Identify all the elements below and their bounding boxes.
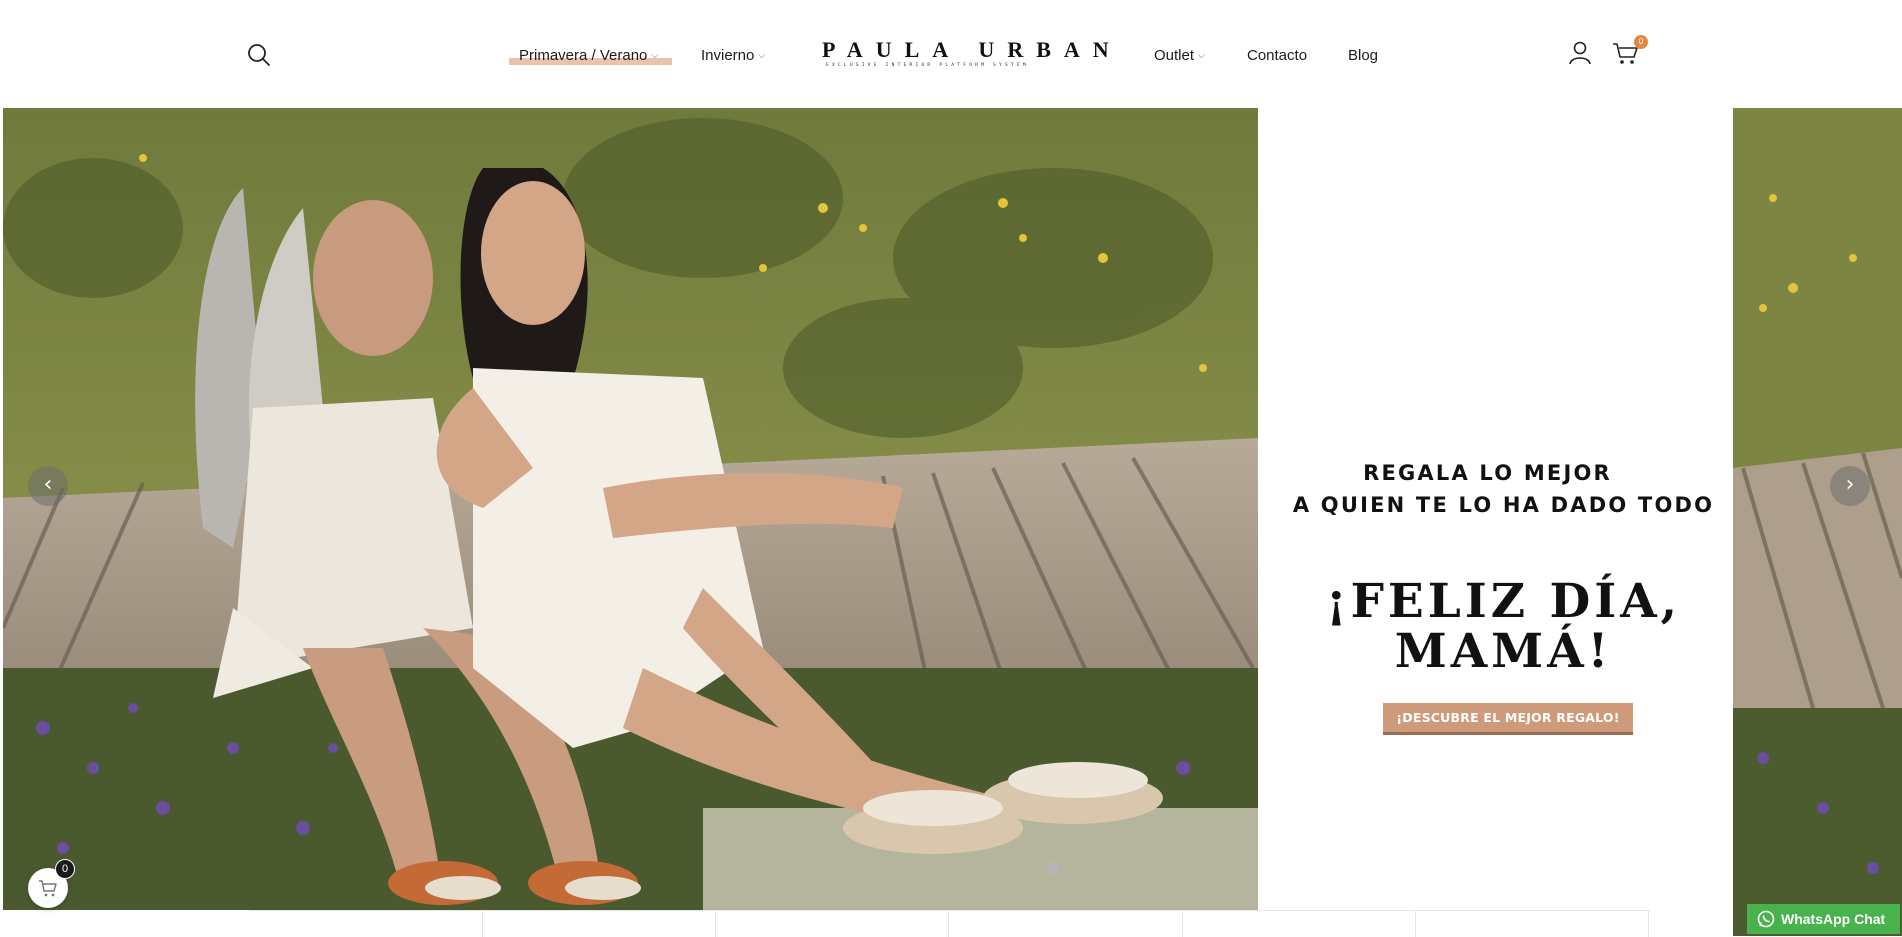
nav-label: Invierno <box>701 46 755 64</box>
chevron-down-icon: ⌵ <box>1198 50 1205 60</box>
strip-divider <box>715 911 716 937</box>
strip-divider <box>948 911 949 937</box>
nav-label: Blog <box>1348 46 1379 64</box>
nav-label: Primavera / Verano <box>519 46 648 64</box>
category-strip <box>250 910 1650 937</box>
logo-tagline: EXCLUSIVE INTERIOR PLATFORM SYSTEM <box>826 63 1029 68</box>
hero-subtitle-line-1: REGALA LO MEJOR <box>1363 461 1612 485</box>
chevron-down-icon: ⌵ <box>651 50 659 60</box>
user-icon[interactable] <box>1568 40 1592 66</box>
nav-label: Outlet <box>1154 46 1195 64</box>
chevron-down-icon: ⌵ <box>758 50 766 60</box>
whatsapp-icon <box>1757 910 1775 928</box>
slider-prev-button[interactable]: ‹ <box>28 466 68 506</box>
whatsapp-chat-button[interactable]: WhatsApp Chat <box>1747 904 1900 934</box>
site-logo[interactable]: PAULA URBAN EXCLUSIVE INTERIOR PLATFORM … <box>822 38 1124 72</box>
site-header: Primavera / Verano ⌵ Invierno ⌵ PAULA UR… <box>0 0 1902 108</box>
hero-text-panel: REGALA LO MEJOR A QUIEN TE LO HA DADO TO… <box>1258 108 1733 910</box>
strip-divider <box>1415 911 1416 937</box>
nav-item-primavera-verano[interactable]: Primavera / Verano ⌵ <box>519 44 658 66</box>
nav-item-invierno[interactable]: Invierno ⌵ <box>701 44 765 66</box>
nav-item-blog[interactable]: Blog <box>1348 44 1378 66</box>
whatsapp-label: WhatsApp Chat <box>1781 911 1886 927</box>
search-icon[interactable] <box>246 42 272 68</box>
strip-divider <box>482 911 483 937</box>
strip-divider <box>1182 911 1183 937</box>
next-slide-photo-peek <box>1733 108 1902 936</box>
nav-label: Contacto <box>1247 46 1308 64</box>
hero-subtitle-line-2: A QUIEN TE LO HA DADO TODO <box>1292 493 1715 517</box>
floating-cart-count: 0 <box>55 859 75 879</box>
hero-slider: REGALA LO MEJOR A QUIEN TE LO HA DADO TO… <box>0 108 1902 936</box>
nav-item-contacto[interactable]: Contacto <box>1247 44 1307 66</box>
logo-wordmark: PAULA URBAN <box>822 37 1122 62</box>
nav-item-outlet[interactable]: Outlet ⌵ <box>1154 44 1205 66</box>
discover-gift-button[interactable]: ¡DESCUBRE EL MEJOR REGALO! <box>1383 703 1633 735</box>
strip-divider <box>1648 911 1649 937</box>
slider-next-button[interactable]: › <box>1830 466 1870 506</box>
hero-headline-line-2: MAMÁ! <box>1394 624 1613 679</box>
hero-photo-mother-daughter <box>3 108 1258 910</box>
hero-headline-line-1: ¡FELIZ DÍA, <box>1325 574 1682 629</box>
cart-count-badge: 0 <box>1634 35 1648 49</box>
